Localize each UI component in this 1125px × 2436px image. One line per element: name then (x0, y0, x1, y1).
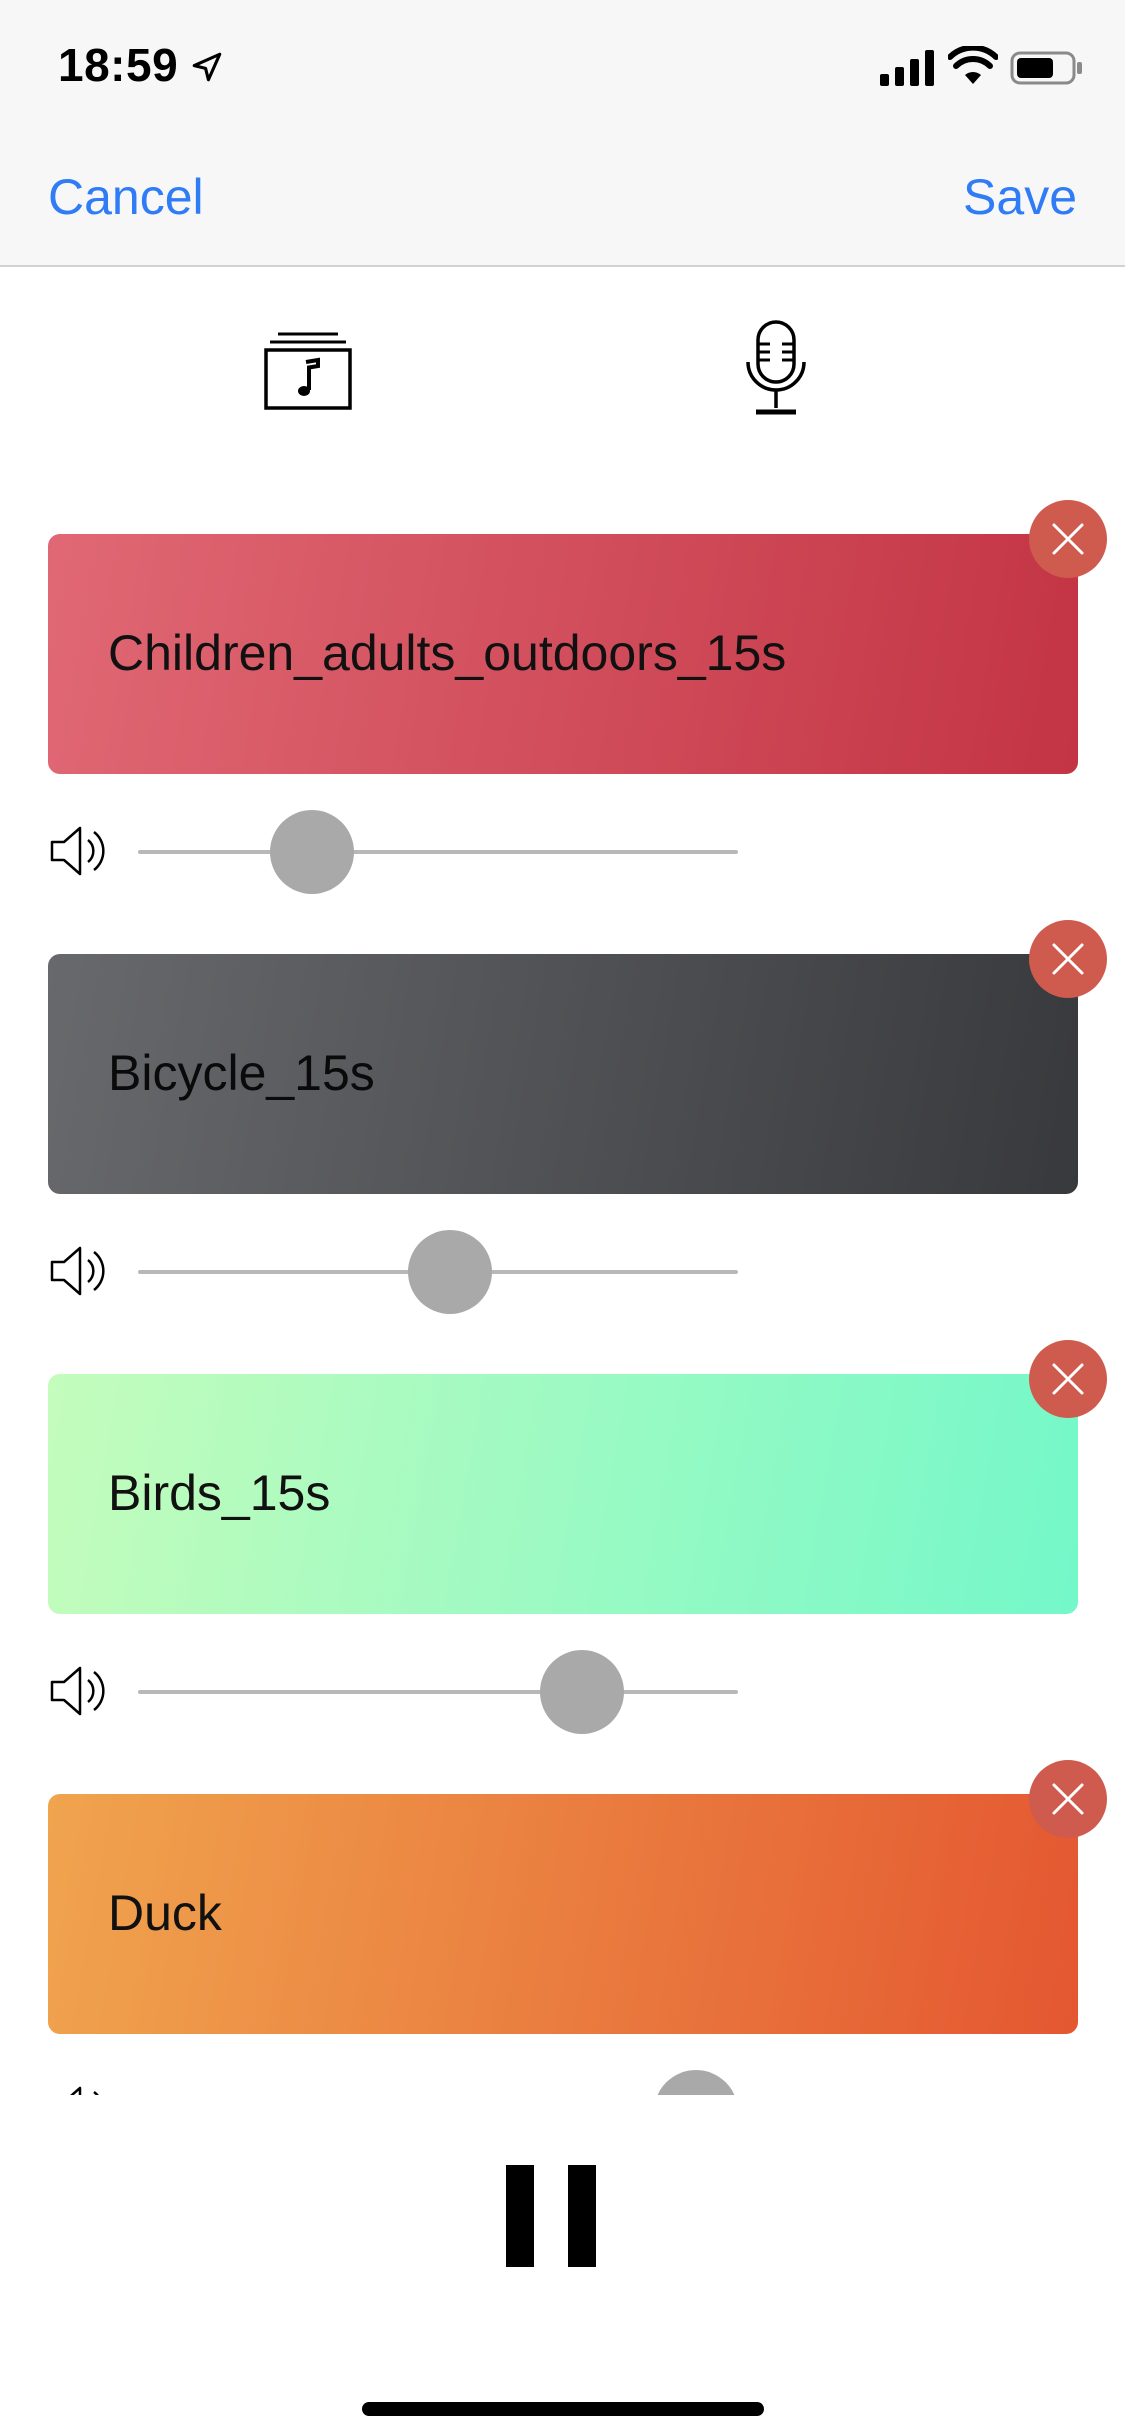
track-title: Duck (108, 1885, 222, 1941)
volume-slider[interactable] (138, 1230, 738, 1314)
cancel-button[interactable]: Cancel (48, 168, 204, 226)
home-indicator[interactable] (362, 2402, 764, 2416)
save-button[interactable]: Save (963, 168, 1077, 226)
music-library-icon[interactable] (262, 320, 354, 412)
track-card[interactable]: Bicycle_15s (48, 954, 1078, 1194)
track-item: Duck (0, 1760, 1125, 2095)
top-bar: 18:59 Cancel Save (0, 0, 1125, 267)
pause-button[interactable] (506, 2165, 596, 2267)
status-time: 18:59 (58, 39, 179, 91)
microphone-icon[interactable] (740, 318, 812, 418)
remove-track-button[interactable] (1029, 1340, 1107, 1418)
slider-thumb[interactable] (654, 2070, 738, 2095)
slider-track (138, 850, 738, 854)
slider-track (138, 1690, 738, 1694)
track-title: Bicycle_15s (108, 1045, 375, 1101)
track-title: Birds_15s (108, 1465, 331, 1521)
volume-slider[interactable] (138, 810, 738, 894)
remove-track-button[interactable] (1029, 500, 1107, 578)
location-arrow-icon (192, 52, 222, 82)
pause-icon (506, 2165, 534, 2267)
track-item: Children_adults_outdoors_15s (0, 500, 1125, 920)
track-list[interactable]: Children_adults_outdoors_15s Bicycle_15s (0, 500, 1125, 2095)
close-icon (1052, 523, 1084, 555)
slider-thumb[interactable] (540, 1650, 624, 1734)
wifi-icon (948, 46, 998, 84)
track-card[interactable]: Duck (48, 1794, 1078, 2034)
volume-icon (50, 1246, 105, 1296)
track-item: Bicycle_15s (0, 920, 1125, 1340)
volume-slider[interactable] (138, 2070, 738, 2095)
slider-thumb[interactable] (270, 810, 354, 894)
slider-thumb[interactable] (408, 1230, 492, 1314)
close-icon (1052, 1783, 1084, 1815)
remove-track-button[interactable] (1029, 920, 1107, 998)
track-title: Children_adults_outdoors_15s (108, 625, 787, 681)
volume-icon (50, 1666, 105, 1716)
signal-icon (880, 50, 934, 86)
pause-icon (568, 2165, 596, 2267)
track-card[interactable]: Children_adults_outdoors_15s (48, 534, 1078, 774)
remove-track-button[interactable] (1029, 1760, 1107, 1838)
volume-icon (70, 2086, 99, 2095)
volume-slider[interactable] (138, 1650, 738, 1734)
volume-icon (50, 826, 105, 876)
close-icon (1052, 943, 1084, 975)
playback-controls (0, 2095, 1125, 2436)
battery-icon (1010, 51, 1082, 85)
track-card[interactable]: Birds_15s (48, 1374, 1078, 1614)
close-icon (1052, 1363, 1084, 1395)
track-item: Birds_15s (0, 1340, 1125, 1760)
